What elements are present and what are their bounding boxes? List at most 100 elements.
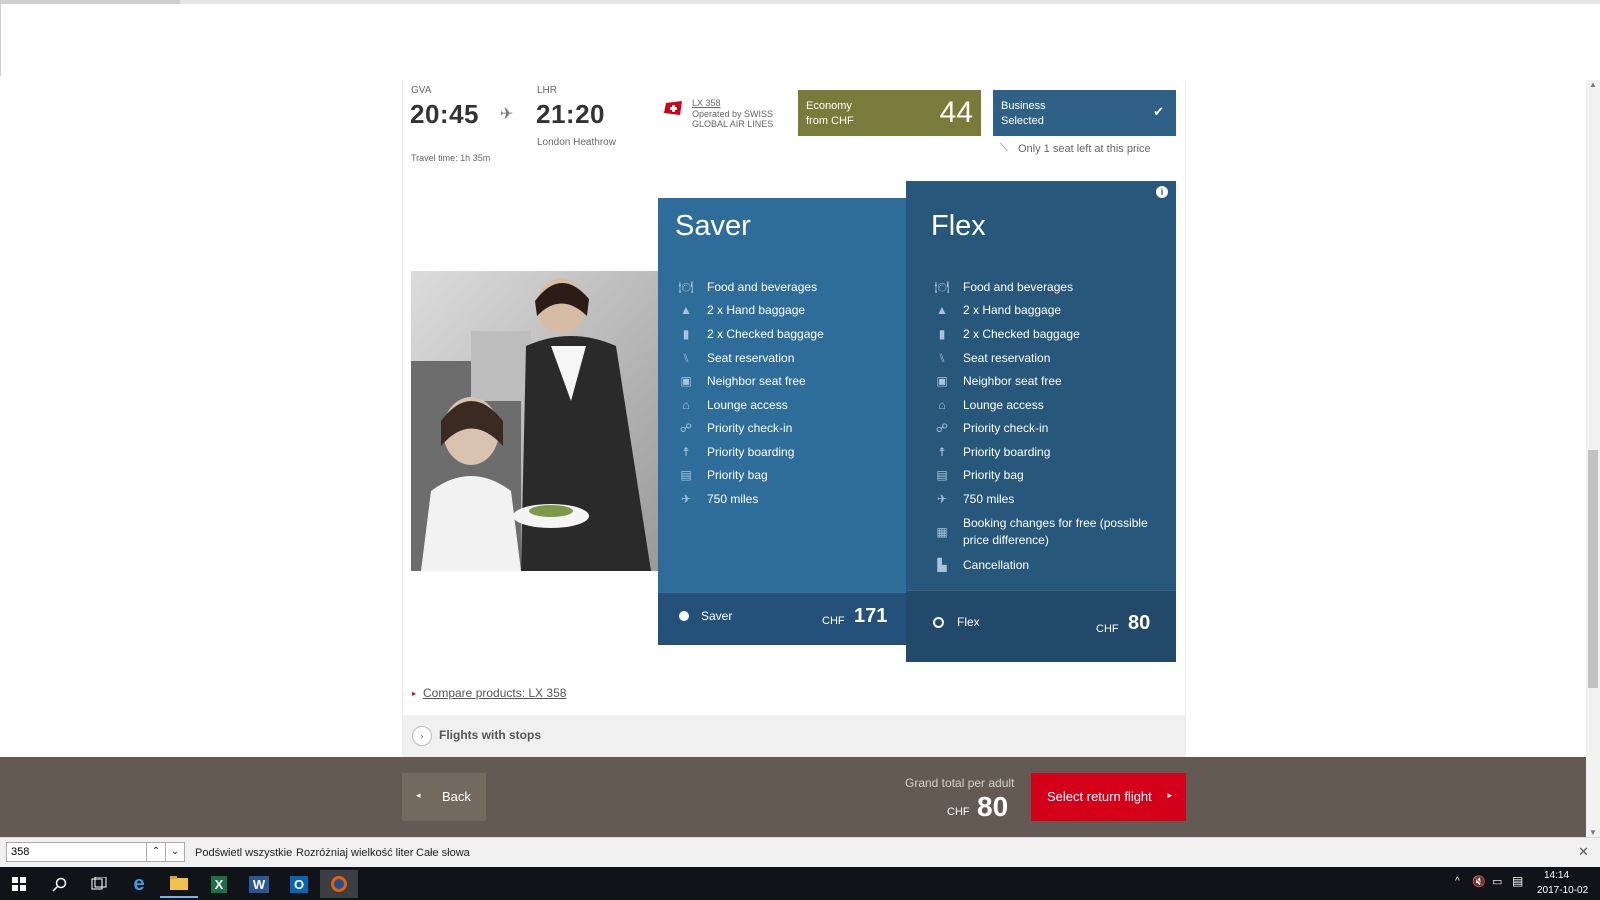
checked-baggage-icon: ▮ <box>938 327 946 341</box>
notifications-icon[interactable]: ▤ <box>1512 874 1523 888</box>
flex-feature-seat: ⑊ Seat reservation <box>931 347 1050 369</box>
word-icon[interactable]: W <box>240 870 278 898</box>
checked-baggage-icon: ▮ <box>682 327 690 341</box>
travel-time: Travel time: 1h 35m <box>411 153 491 163</box>
flex-feature-priority-bag: ▤ Priority bag <box>931 464 1023 486</box>
saver-feature-food: 🍽 Food and beverages <box>675 276 817 298</box>
seat-icon: ⑊ <box>682 351 690 365</box>
flex-feature-lounge: ⌂ Lounge access <box>931 394 1043 416</box>
find-previous-button[interactable]: ⌃ <box>146 842 166 862</box>
browser-tab-strip <box>0 0 180 4</box>
whole-words-toggle[interactable]: Całe słowa <box>416 847 470 859</box>
clock-date[interactable]: 2017-10-02 <box>1537 885 1588 896</box>
match-case-toggle[interactable]: Rozróżniaj wielkość liter <box>296 847 413 859</box>
flex-radio[interactable] <box>933 617 944 628</box>
flex-feature-booking-changes: ▦ Booking changes for free (possible pric… <box>931 514 1161 550</box>
caret-right-icon: ▸ <box>1167 790 1172 800</box>
flights-with-stops-label: Flights with stops <box>439 728 541 742</box>
cancellation-icon: ▙ <box>937 558 947 572</box>
operated-by-line1: Operated by SWISS <box>692 109 774 119</box>
flex-footer[interactable]: Flex CHF 80 <box>906 590 1176 662</box>
saver-product-card[interactable]: Saver 🍽 Food and beverages ▲ 2 x Hand bagg… <box>658 198 906 645</box>
saver-feature-miles: ✈ 750 miles <box>675 488 758 510</box>
swiss-flag-logo <box>664 101 684 115</box>
clock-time[interactable]: 14:14 <box>1544 870 1569 881</box>
economy-label: Economy <box>806 100 852 112</box>
grand-total-label: Grand total per adult <box>905 776 1015 790</box>
back-button[interactable]: ◂ Back <box>402 773 486 821</box>
neighbor-seat-icon: ▣ <box>936 374 948 388</box>
info-icon[interactable]: i <box>1156 186 1168 198</box>
miles-icon: ✈ <box>936 492 948 506</box>
firefox-icon[interactable] <box>320 870 358 898</box>
economy-fare-tile[interactable]: Economy from CHF 44 <box>798 90 981 136</box>
windows-start-icon[interactable] <box>0 870 38 898</box>
economy-price: 44 <box>939 96 973 129</box>
windows-taskbar: e X W O ^ 🔇 ▭ ▤ 14:14 2017-10-02 <box>0 867 1600 900</box>
task-view-icon[interactable] <box>80 870 118 898</box>
outlook-icon[interactable]: O <box>280 870 318 898</box>
fork-knife-icon: 🍽 <box>678 280 694 294</box>
lounge-icon: ⌂ <box>938 398 946 412</box>
search-icon[interactable] <box>40 870 78 898</box>
find-input[interactable] <box>6 842 156 862</box>
page-left-edge <box>0 4 1 76</box>
back-button-label: Back <box>442 789 471 804</box>
flex-currency: CHF <box>1096 623 1119 635</box>
saver-feature-priority-boarding: ☨ Priority boarding <box>675 441 795 463</box>
flex-feature-neighbor-seat: ▣ Neighbor seat free <box>931 370 1061 392</box>
flex-feature-miles: ✈ 750 miles <box>931 488 1014 510</box>
select-return-flight-button[interactable]: Select return flight ▸ <box>1031 773 1186 821</box>
hand-baggage-icon: ▲ <box>680 303 692 317</box>
saver-feature-lounge: ⌂ Lounge access <box>675 394 787 416</box>
highlight-all-toggle[interactable]: Podświetl wszystkie <box>195 847 292 859</box>
seat-icon: ⑊ <box>938 351 946 365</box>
expand-chevron-icon[interactable]: › <box>412 726 432 746</box>
business-label: Business <box>1001 100 1046 112</box>
flex-feature-checked-baggage: ▮ 2 x Checked baggage <box>931 323 1080 345</box>
caret-left-icon: ◂ <box>416 790 421 800</box>
seat-notice-icon: ⟍ <box>1000 142 1008 154</box>
select-return-flight-label: Select return flight <box>1047 789 1152 804</box>
scroll-up-icon[interactable]: ▲ <box>1589 80 1597 89</box>
flex-feature-food: 🍽 Food and beverages <box>931 276 1073 298</box>
saver-currency: CHF <box>822 615 845 627</box>
close-icon[interactable]: ✕ <box>1578 844 1589 860</box>
arrival-code: LHR <box>537 85 558 96</box>
seat-availability-notice: Only 1 seat left at this price <box>1018 143 1151 155</box>
priority-checkin-icon: ☍ <box>679 421 693 435</box>
priority-checkin-icon: ☍ <box>935 421 949 435</box>
compare-products-link[interactable]: Compare products: LX 358 <box>423 686 566 700</box>
priority-boarding-icon: ☨ <box>682 445 690 459</box>
booking-footer-bar <box>0 757 1586 837</box>
flights-with-stops-row[interactable]: › Flights with stops <box>403 715 1185 757</box>
internet-explorer-icon[interactable]: e <box>120 870 158 898</box>
excel-icon[interactable]: X <box>200 870 238 898</box>
flex-feature-priority-boarding: ☨ Priority boarding <box>931 441 1051 463</box>
network-icon[interactable]: ▭ <box>1492 875 1502 888</box>
departure-code: GVA <box>411 85 432 96</box>
scrollbar-thumb[interactable] <box>1588 450 1598 688</box>
scroll-down-icon[interactable]: ▼ <box>1589 828 1597 837</box>
file-explorer-icon[interactable] <box>160 870 198 898</box>
saver-radio[interactable] <box>679 611 689 621</box>
flex-product-card[interactable]: i Flex 🍽 Food and beverages ▲ 2 x Hand bag… <box>906 181 1176 662</box>
volume-muted-icon[interactable]: 🔇 <box>1472 875 1486 888</box>
arrival-airport-name: London Heathrow <box>537 137 616 148</box>
saver-feature-priority-checkin: ☍ Priority check-in <box>675 417 792 439</box>
business-fare-tile[interactable]: Business Selected ✔ <box>993 90 1176 136</box>
priority-bag-icon: ▤ <box>936 468 948 482</box>
saver-price: 171 <box>854 605 888 627</box>
miles-icon: ✈ <box>680 492 692 506</box>
departure-time: 20:45 <box>410 99 479 129</box>
flight-number-link[interactable]: LX 358 <box>692 98 721 108</box>
flex-feature-cancellation: ▙ Cancellation <box>931 554 1029 576</box>
find-next-button[interactable]: ⌄ <box>165 842 185 862</box>
check-icon: ✔ <box>1153 104 1164 119</box>
saver-title: Saver <box>675 210 751 242</box>
business-selected-label: Selected <box>1001 115 1044 127</box>
saver-radio-label: Saver <box>701 609 733 623</box>
saver-footer[interactable]: Saver CHF 171 <box>658 592 906 645</box>
hand-baggage-icon: ▲ <box>936 303 948 317</box>
chevron-up-icon[interactable]: ^ <box>1455 876 1460 887</box>
